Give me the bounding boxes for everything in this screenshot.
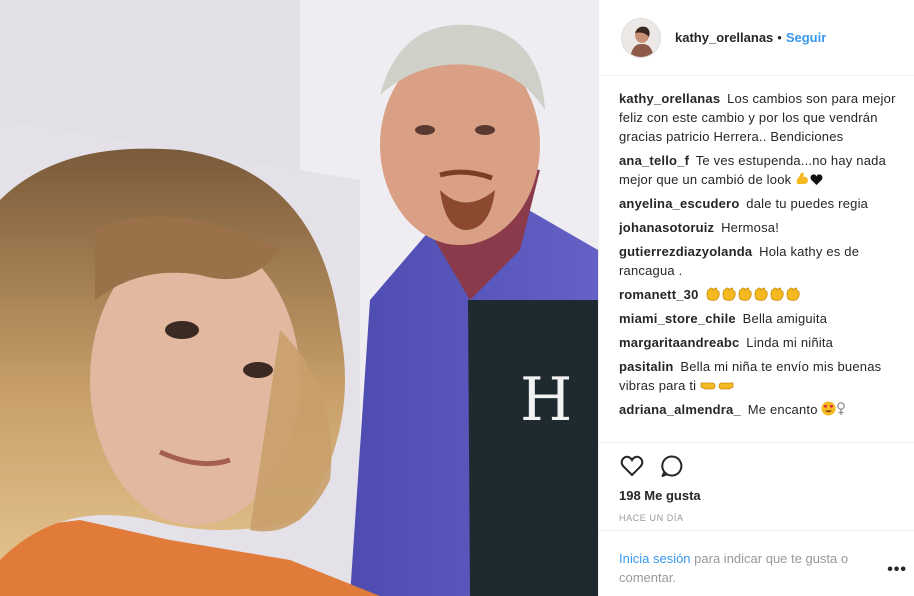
comment-username[interactable]: margaritaandreabc: [619, 335, 739, 350]
login-prompt: Inicia sesión para indicar que te gusta …: [599, 530, 914, 596]
handshake-left-icon: [700, 382, 716, 390]
black-heart-icon: [810, 174, 823, 185]
comment-text: dale tu puedes regia: [746, 196, 869, 211]
header-username[interactable]: kathy_orellanas: [675, 30, 773, 45]
clapping-hands-icon: [754, 287, 768, 301]
header-separator: •: [777, 30, 782, 45]
heart-eyes-face-icon: [821, 401, 836, 416]
comment-text: Me encanto: [747, 402, 818, 417]
flexed-biceps-icon: [796, 172, 809, 184]
avatar-image: [622, 18, 660, 57]
comment-username[interactable]: kathy_orellanas: [619, 91, 720, 106]
speech-bubble-icon[interactable]: [659, 453, 685, 479]
like-count[interactable]: 198 Me gusta: [619, 488, 701, 503]
comment-item: gutierrezdiazyolanda Hola kathy es de ra…: [619, 242, 899, 280]
comment-username[interactable]: ana_tello_f: [619, 153, 689, 168]
clapping-hands-icon: [786, 287, 800, 301]
post-header: kathy_orellanas • Seguir: [599, 0, 914, 76]
comment-username[interactable]: miami_store_chile: [619, 311, 736, 326]
comment-list[interactable]: kathy_orellanas Los cambios son para mej…: [619, 89, 899, 442]
clapping-hands-icon: [706, 287, 720, 301]
instagram-post: H kathy_orellanas • Seguir kathy_orellan…: [0, 0, 914, 596]
comment-item: kathy_orellanas Los cambios son para mej…: [619, 89, 899, 146]
clapping-hands-icon: [722, 287, 736, 301]
comment-text: Hermosa!: [721, 220, 780, 235]
comment-username[interactable]: pasitalin: [619, 359, 674, 374]
post-actions: 198 Me gusta HACE UN DÍA: [599, 442, 914, 523]
comment-item: ana_tello_f Te ves estupenda...no hay na…: [619, 151, 899, 189]
comment-username[interactable]: adriana_almendra_: [619, 402, 741, 417]
heart-outline-icon[interactable]: [619, 453, 645, 479]
selfie-photo-image: H: [0, 0, 598, 596]
post-timestamp: HACE UN DÍA: [619, 513, 684, 523]
comment-item: adriana_almendra_ Me encanto: [619, 400, 899, 419]
comment-item: margaritaandreabc Linda mi niñita: [619, 333, 899, 352]
comment-item: johanasotoruiz Hermosa!: [619, 218, 899, 237]
follow-button[interactable]: Seguir: [786, 30, 826, 45]
comment-item: miami_store_chile Bella amiguita: [619, 309, 899, 328]
comment-username[interactable]: johanasotoruiz: [619, 220, 714, 235]
female-sign-icon: [837, 402, 846, 415]
handshake-right-icon: [718, 382, 734, 390]
post-photo[interactable]: H: [0, 0, 598, 596]
comment-text: Linda mi niñita: [746, 335, 834, 350]
more-options-icon[interactable]: •••: [887, 562, 907, 578]
comment-username[interactable]: gutierrezdiazyolanda: [619, 244, 752, 259]
clapping-hands-icon: [770, 287, 784, 301]
post-sidebar: kathy_orellanas • Seguir kathy_orellanas…: [598, 0, 914, 596]
login-prompt-text: Inicia sesión para indicar que te gusta …: [619, 549, 875, 587]
comment-item: pasitalin Bella mi niña te envío mis bue…: [619, 357, 899, 395]
clapping-hands-icon: [738, 287, 752, 301]
comment-username[interactable]: anyelina_escudero: [619, 196, 739, 211]
clapping-hands-icon-group: [705, 287, 801, 302]
comment-item: romanett_30: [619, 285, 899, 304]
comment-username[interactable]: romanett_30: [619, 287, 699, 302]
login-link[interactable]: Inicia sesión: [619, 551, 691, 566]
comment-text: Bella amiguita: [742, 311, 828, 326]
action-icons: [619, 453, 685, 479]
svg-text:H: H: [520, 365, 572, 435]
comment-item: anyelina_escudero dale tu puedes regia: [619, 194, 899, 213]
avatar[interactable]: [621, 17, 661, 58]
